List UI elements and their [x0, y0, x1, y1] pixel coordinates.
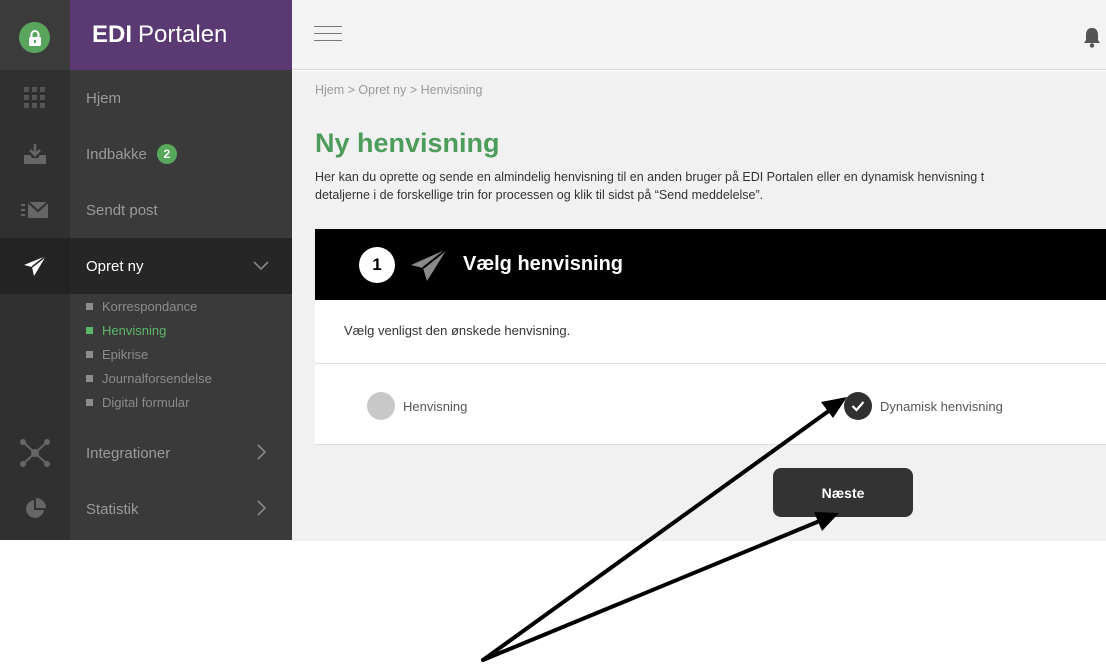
- lock-icon: [19, 22, 50, 53]
- next-button[interactable]: Næste: [773, 468, 913, 517]
- step-description: Vælg venligst den ønskede henvisning.: [344, 323, 571, 338]
- brand-bold: EDI: [92, 21, 133, 48]
- sent-mail-icon[interactable]: [0, 182, 70, 238]
- subnav-item-henvisning[interactable]: Henvisning: [86, 318, 286, 342]
- breadcrumb[interactable]: Hjem > Opret ny > Henvisning: [315, 83, 482, 97]
- subnav-item-korrespondance[interactable]: Korrespondance: [86, 294, 286, 318]
- screen: EDI Portalen Hjem Indbakke 2 Sendt post …: [0, 0, 1106, 668]
- subnav-item-label: Epikrise: [102, 346, 149, 362]
- bullet-icon: [86, 326, 93, 334]
- pie-chart-icon[interactable]: [0, 481, 70, 537]
- sidebar-item-hjem[interactable]: Hjem: [70, 70, 292, 126]
- step-title: Vælg henvisning: [463, 253, 624, 275]
- chevron-right-icon: [257, 444, 267, 460]
- brand-logo[interactable]: EDI Portalen: [70, 0, 292, 70]
- divider: [315, 363, 1106, 364]
- subnav-item-label: Henvisning: [102, 322, 167, 338]
- subnav-item-journalforsendelse[interactable]: Journalforsendelse: [86, 366, 286, 390]
- radio-label: Henvisning: [403, 398, 468, 414]
- radio-dynamisk-henvisning[interactable]: Dynamisk henvisning: [844, 392, 1003, 420]
- intro-text: Her kan du oprette og sende en almindeli…: [315, 168, 1106, 204]
- grid-icon[interactable]: [0, 70, 70, 126]
- hamburger-menu-icon[interactable]: [314, 26, 342, 44]
- page-title: Ny henvisning: [315, 128, 500, 158]
- sidebar-item-opret-ny[interactable]: Opret ny: [70, 238, 292, 294]
- sidebar-item-statistik[interactable]: Statistik: [70, 481, 292, 537]
- sidebar-item-label: Sendt post: [86, 201, 158, 219]
- radio-checked-icon: [844, 392, 872, 420]
- radio-unchecked-icon: [367, 392, 395, 420]
- subnav-item-label: Digital formular: [102, 394, 190, 410]
- intro-line-1: Her kan du oprette og sende en almindeli…: [315, 170, 985, 184]
- logo-area: [0, 0, 70, 70]
- subnav-item-label: Journalforsendelse: [102, 370, 212, 386]
- bullet-icon: [86, 374, 93, 382]
- sidebar-item-label: Indbakke: [86, 145, 147, 163]
- step-header: 1 Vælg henvisning: [315, 229, 1106, 300]
- sidebar-item-integrationer[interactable]: Integrationer: [70, 425, 292, 481]
- subnav-opret-ny: Korrespondance Henvisning Epikrise Journ…: [86, 294, 286, 414]
- radio-label: Dynamisk henvisning: [880, 398, 1003, 414]
- bell-icon[interactable]: [1082, 26, 1102, 48]
- sidebar-item-label: Opret ny: [86, 257, 144, 275]
- bullet-icon: [86, 398, 93, 406]
- brand-rest: Portalen: [138, 21, 228, 48]
- sidebar-item-indbakke[interactable]: Indbakke 2: [70, 126, 292, 182]
- network-icon[interactable]: [0, 425, 70, 481]
- chevron-down-icon: [253, 261, 269, 271]
- subnav-item-epikrise[interactable]: Epikrise: [86, 342, 286, 366]
- subnav-item-label: Korrespondance: [102, 298, 198, 314]
- unread-count-badge: 2: [156, 144, 177, 164]
- inbox-download-icon[interactable]: [0, 126, 70, 182]
- bullet-icon: [86, 350, 93, 358]
- sidebar-item-sendt-post[interactable]: Sendt post: [70, 182, 292, 238]
- radio-henvisning[interactable]: Henvisning: [367, 392, 467, 420]
- step-panel: [315, 300, 1106, 445]
- step-number-badge: 1: [359, 246, 395, 283]
- divider: [315, 444, 1106, 445]
- intro-line-2: detaljerne i de forskellige trin for pro…: [315, 188, 764, 202]
- subnav-item-digital-formular[interactable]: Digital formular: [86, 390, 286, 414]
- sidebar-item-label: Statistik: [86, 500, 139, 518]
- sidebar-item-label: Hjem: [86, 89, 122, 107]
- paper-plane-icon: [411, 247, 448, 281]
- bullet-icon: [86, 302, 93, 310]
- sidebar-item-label: Integrationer: [86, 444, 171, 462]
- top-bar: [292, 0, 1106, 70]
- paper-plane-icon[interactable]: [0, 238, 70, 294]
- chevron-right-icon: [257, 500, 267, 516]
